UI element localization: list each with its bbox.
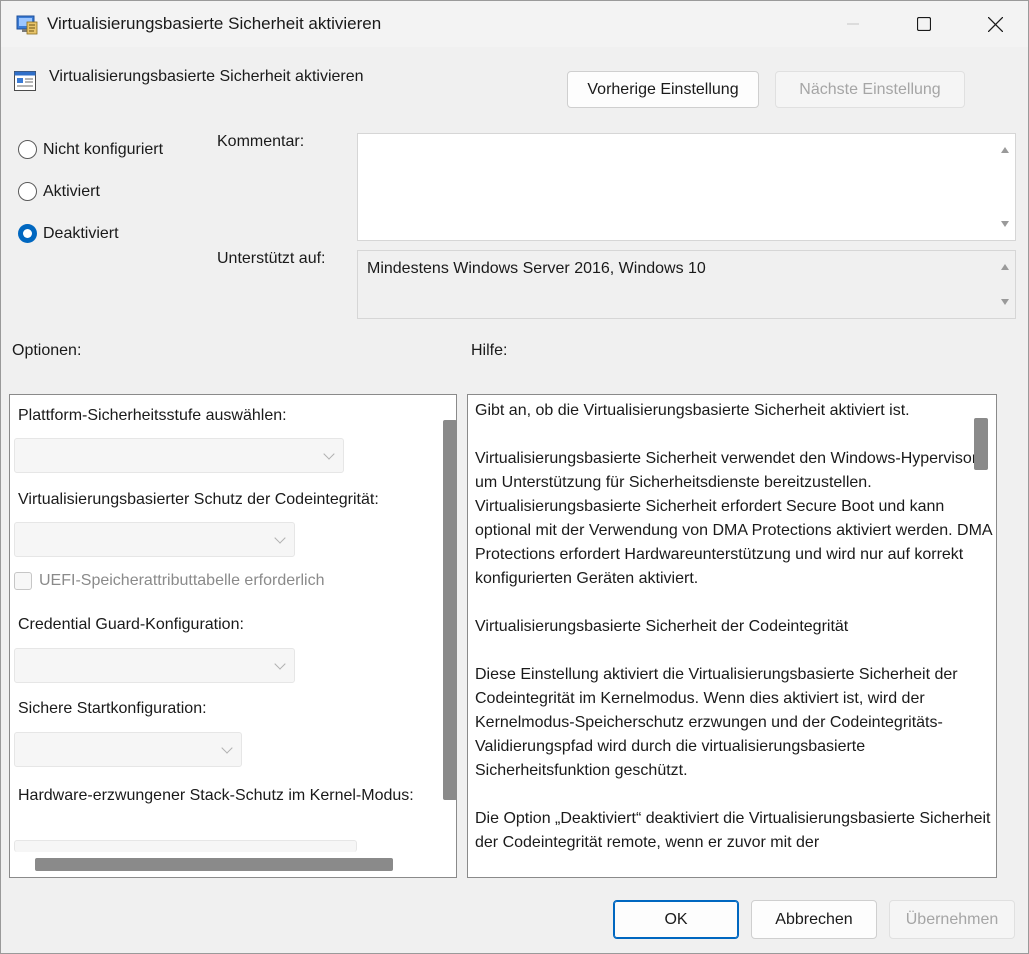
window-title: Virtualisierungsbasierte Sicherheit akti… <box>47 14 382 33</box>
minimize-icon <box>847 23 859 25</box>
help-panel: Gibt an, ob die Virtualisierungsbasierte… <box>467 394 997 878</box>
radio-circle-selected[interactable] <box>18 224 37 243</box>
scroll-up-icon[interactable] <box>1001 264 1009 270</box>
help-paragraph: Virtualisierungsbasierte Sicherheit der … <box>475 618 849 635</box>
help-section-label: Hilfe: <box>471 342 508 359</box>
radio-label: Nicht konfiguriert <box>43 140 164 158</box>
supported-on-value: Mindestens Windows Server 2016, Windows … <box>367 260 706 277</box>
secure-boot-dropdown[interactable] <box>14 732 242 767</box>
code-integrity-label: Virtualisierungsbasierter Schutz der Cod… <box>18 491 379 508</box>
platform-security-dropdown[interactable] <box>14 438 344 473</box>
radio-circle[interactable] <box>18 140 37 159</box>
help-paragraph: Diese Einstellung aktiviert die Virtuali… <box>475 666 958 779</box>
credential-guard-label: Credential Guard-Konfiguration: <box>18 616 244 633</box>
radio-label: Deaktiviert <box>43 224 119 242</box>
policy-setting-icon <box>14 71 36 91</box>
policy-dialog-window: Virtualisierungsbasierte Sicherheit akti… <box>0 0 1029 954</box>
next-setting-button[interactable]: Nächste Einstellung <box>775 71 965 108</box>
supported-scrollbar[interactable] <box>995 251 1015 318</box>
chevron-down-icon <box>274 658 286 670</box>
comment-textarea[interactable] <box>357 133 1016 241</box>
options-section-label: Optionen: <box>12 342 82 359</box>
close-button[interactable] <box>960 1 1028 47</box>
secure-boot-label: Sichere Startkonfiguration: <box>18 700 207 717</box>
radio-label: Aktiviert <box>43 182 100 200</box>
help-paragraph: Gibt an, ob die Virtualisierungsbasierte… <box>475 402 910 419</box>
chevron-down-icon <box>221 742 233 754</box>
close-icon <box>987 16 1003 32</box>
scroll-thumb[interactable] <box>443 420 456 800</box>
cancel-button[interactable]: Abbrechen <box>751 900 877 939</box>
minimize-button[interactable] <box>818 1 888 47</box>
group-policy-editor-icon <box>16 15 38 35</box>
supported-on-field: Mindestens Windows Server 2016, Windows … <box>357 250 1016 319</box>
title-bar: Virtualisierungsbasierte Sicherheit akti… <box>1 1 1028 47</box>
uefi-checkbox[interactable] <box>14 572 32 590</box>
previous-setting-button[interactable]: Vorherige Einstellung <box>567 71 759 108</box>
code-integrity-dropdown[interactable] <box>14 522 295 557</box>
help-text: Gibt an, ob die Virtualisierungsbasierte… <box>475 399 995 877</box>
apply-button[interactable]: Übernehmen <box>889 900 1015 939</box>
ok-button[interactable]: OK <box>613 900 739 939</box>
radio-disabled[interactable]: Deaktiviert <box>18 224 119 243</box>
options-vertical-scrollbar[interactable] <box>438 395 456 877</box>
help-paragraph: Die Option „Deaktiviert“ deaktiviert die… <box>475 810 991 851</box>
scroll-up-icon[interactable] <box>1001 147 1009 153</box>
help-scroll-thumb[interactable] <box>974 418 988 470</box>
maximize-button[interactable] <box>889 1 959 47</box>
radio-enabled[interactable]: Aktiviert <box>18 182 100 201</box>
options-panel: Plattform-Sicherheitsstufe auswählen: Vi… <box>9 394 457 878</box>
credential-guard-dropdown[interactable] <box>14 648 295 683</box>
uefi-checkbox-label: UEFI-Speicherattributtabelle erforderlic… <box>39 572 325 589</box>
supported-on-label: Unterstützt auf: <box>217 250 326 267</box>
chevron-down-icon <box>274 532 286 544</box>
scroll-down-icon[interactable] <box>1001 221 1009 227</box>
comment-label: Kommentar: <box>217 133 305 150</box>
stack-protection-dropdown[interactable] <box>14 840 357 852</box>
platform-security-label: Plattform-Sicherheitsstufe auswählen: <box>18 407 287 424</box>
radio-not-configured[interactable]: Nicht konfiguriert <box>18 140 163 159</box>
stack-protection-label: Hardware-erzwungener Stack-Schutz im Ker… <box>18 787 414 804</box>
policy-title: Virtualisierungsbasierte Sicherheit akti… <box>49 68 364 85</box>
help-paragraph: Virtualisierungsbasierte Sicherheit verw… <box>475 450 992 587</box>
maximize-icon <box>917 17 931 31</box>
chevron-down-icon <box>323 448 335 460</box>
options-horizontal-scroll-thumb[interactable] <box>35 858 393 871</box>
comment-scrollbar[interactable] <box>995 134 1015 240</box>
uefi-checkbox-row[interactable]: UEFI-Speicherattributtabelle erforderlic… <box>14 572 324 590</box>
radio-circle[interactable] <box>18 182 37 201</box>
scroll-down-icon[interactable] <box>1001 299 1009 305</box>
